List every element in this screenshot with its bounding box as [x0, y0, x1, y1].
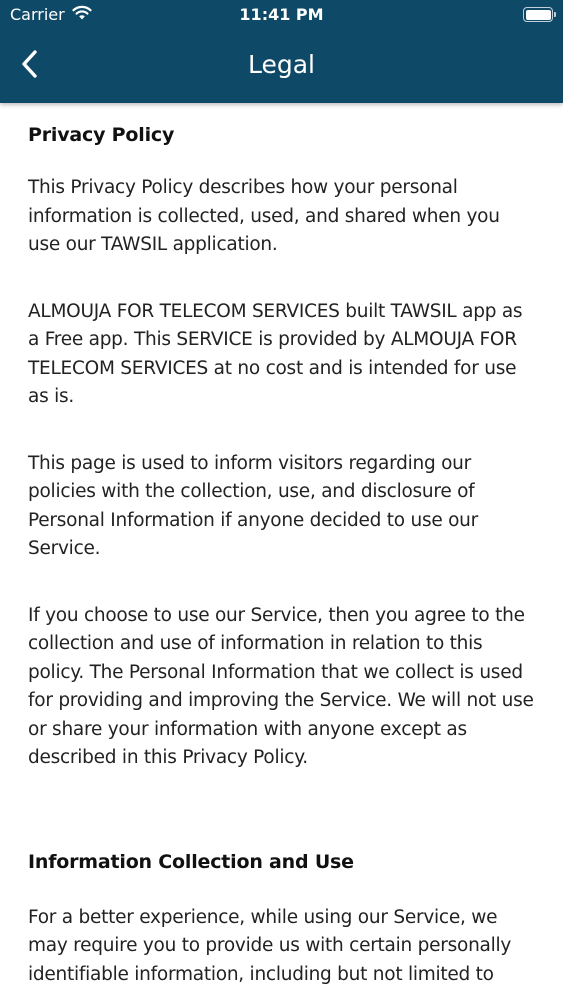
- status-time: 11:41 PM: [239, 5, 324, 24]
- navigation-bar: Legal: [0, 30, 563, 103]
- legal-content[interactable]: Privacy Policy This Privacy Policy descr…: [0, 103, 563, 1000]
- app-header: Carrier 11:41 PM Legal: [0, 0, 563, 103]
- battery-icon: [523, 7, 556, 22]
- paragraph: This Privacy Policy describes how your p…: [28, 177, 500, 255]
- paragraph: ALMOUJA FOR TELECOM SERVICES built TAWSI…: [28, 300, 523, 408]
- paragraph: If you choose to use our Service, then y…: [28, 604, 534, 769]
- paragraph: This page is used to inform visitors reg…: [28, 452, 479, 560]
- section-heading-privacy-policy: Privacy Policy: [28, 124, 175, 146]
- page-title: Legal: [247, 50, 315, 79]
- status-bar: Carrier 11:41 PM: [0, 0, 563, 30]
- paragraph: For a better experience, while using our…: [28, 906, 512, 985]
- section-heading-information-collection: Information Collection and Use: [28, 850, 354, 873]
